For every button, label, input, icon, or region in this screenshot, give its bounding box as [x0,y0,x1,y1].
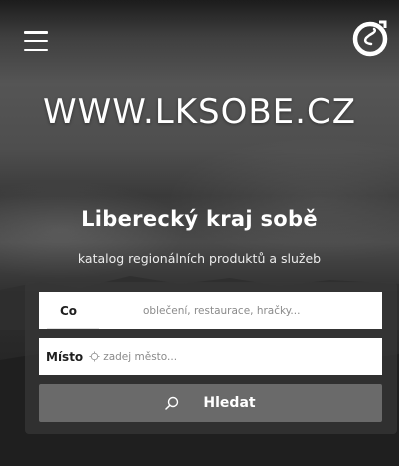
search-button[interactable]: Hledat [39,384,382,422]
menu-line [24,39,48,43]
menu-line [24,48,48,51]
search-button-label: Hledat [203,395,256,411]
where-field[interactable]: Místo [39,338,382,375]
search-panel: Co Místo Hledat [25,282,397,434]
menu-line [24,31,48,34]
what-input[interactable] [143,295,382,326]
where-label: Místo [46,349,84,364]
what-field[interactable]: Co [39,292,382,329]
what-label: Co [60,303,78,318]
search-icon [165,396,179,410]
hamburger-menu-icon[interactable] [24,31,48,51]
page-title: Liberecký kraj sobě [81,207,318,231]
site-url-heading: WWW.LKSOBE.CZ [43,92,356,132]
page-subtitle: katalog regionálních produktů a služeb [77,251,322,266]
what-label-underline [47,328,99,329]
lksobe-logo-icon[interactable] [349,16,391,58]
where-input[interactable] [103,341,382,372]
location-pin-icon [89,351,100,362]
